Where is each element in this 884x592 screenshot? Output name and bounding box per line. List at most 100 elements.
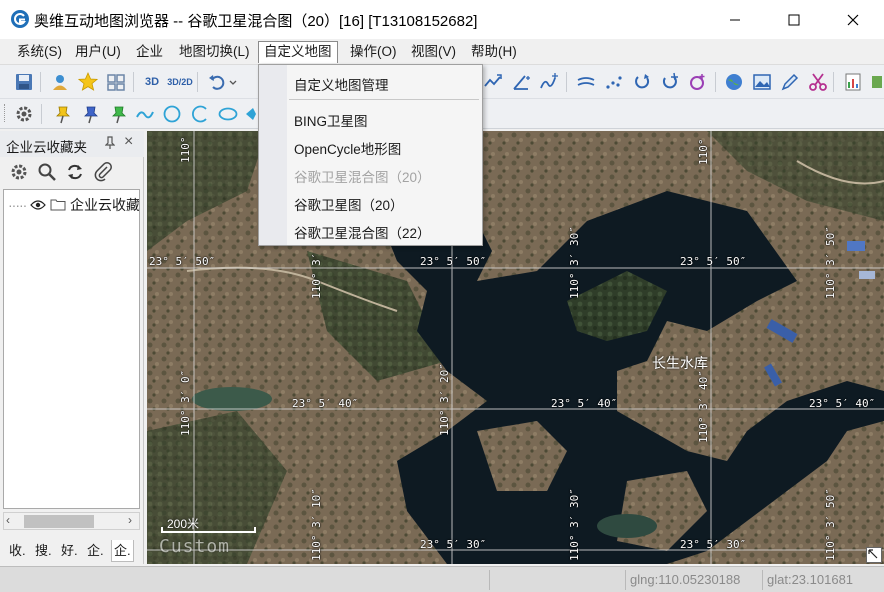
dotted-path-icon[interactable] (603, 71, 625, 93)
rotate-clockwise-icon[interactable] (631, 71, 653, 93)
visibility-eye-icon[interactable] (30, 199, 47, 211)
longitude-label: 110° 3′ 30″ (568, 488, 581, 561)
refresh-icon[interactable] (64, 161, 86, 183)
settings-gear-icon[interactable] (8, 161, 30, 183)
longitude-label: 110° (179, 136, 192, 164)
draw-shape-more-icon[interactable] (244, 103, 258, 125)
menu-operation[interactable]: 操作(O) (345, 41, 402, 63)
rotate-counterclockwise-icon[interactable] (659, 71, 681, 93)
horizontal-scrollbar[interactable]: ‹ › (3, 512, 140, 530)
3d-view-button[interactable]: 3D (141, 71, 163, 93)
map-watermark: Custom (159, 536, 231, 557)
draw-ellipse-icon[interactable] (217, 103, 239, 125)
longitude-label: 110° 3′ 50″ (824, 226, 837, 299)
toolbar-separator (833, 72, 834, 92)
reservoir-place-label[interactable]: 长生水库 (652, 353, 708, 373)
scrollbar-thumb[interactable] (24, 515, 94, 528)
menu-item-google-hybrid-22[interactable]: 谷歌卫星混合图（22） (294, 222, 431, 242)
menu-enterprise[interactable]: 企业 (131, 41, 168, 63)
export-chart-icon[interactable] (842, 71, 864, 93)
expand-corner-icon[interactable] (866, 547, 882, 563)
pin-panel-icon[interactable] (104, 136, 116, 153)
undo-dropdown-chevron-down-icon[interactable] (228, 71, 238, 93)
more-tools-icon[interactable] (870, 71, 884, 93)
draw-polyline-icon[interactable] (134, 103, 156, 125)
window-title: 奥维互动地图浏览器 -- 谷歌卫星混合图（20）[16] [T131081526… (34, 13, 478, 30)
latitude-label: 23° 5′ 30″ (420, 538, 487, 551)
title-bar: 奥维互动地图浏览器 -- 谷歌卫星混合图（20）[16] [T131081526… (0, 0, 884, 39)
edit-pencil-icon[interactable] (779, 71, 801, 93)
maximize-button[interactable] (771, 0, 817, 39)
favorites-tree[interactable]: ····· 企业云收藏夹 (3, 189, 140, 509)
circle-add-icon[interactable] (687, 71, 709, 93)
angle-measure-icon[interactable] (510, 71, 532, 93)
latitude-label: 23° 5′ 40″ (809, 397, 876, 410)
tab-enterprise-favorites[interactable]: 企. (111, 540, 134, 562)
minimize-button[interactable] (712, 0, 758, 39)
menu-item-opencycle-terrain[interactable]: OpenCycle地形图 (294, 138, 401, 158)
settings-gear-icon[interactable] (13, 103, 35, 125)
latitude-label: 23° 5′ 50″ (680, 255, 747, 268)
tree-node-enterprise-favorites[interactable]: ····· 企业云收藏夹 (8, 195, 140, 215)
draw-curve-add-icon[interactable] (538, 71, 560, 93)
tab-enterprise[interactable]: 企. (85, 540, 106, 562)
latitude-label: 23° 5′ 40″ (551, 397, 618, 410)
globe-icon[interactable] (723, 71, 745, 93)
tab-friends[interactable]: 好. (59, 540, 80, 562)
scissors-icon[interactable] (807, 71, 829, 93)
draw-circle-icon[interactable] (161, 103, 183, 125)
status-longitude: glng:110.05230188 (625, 570, 758, 590)
folder-icon (50, 199, 66, 211)
scroll-left-chevron-icon[interactable]: ‹ (6, 513, 10, 527)
longitude-label: 110° 3′ 10″ (310, 488, 323, 561)
menu-bar: 系统(S) 用户(U) 企业 地图切换(L) 自定义地图 操作(O) 视图(V)… (0, 39, 884, 65)
menu-item-google-hybrid-20: 谷歌卫星混合图（20） (294, 170, 431, 185)
favorites-panel: 企业云收藏夹 × ····· 企业云收藏 ‹ › 收. 搜. 好. 企. 企. (0, 131, 144, 564)
search-icon[interactable] (36, 161, 58, 183)
panel-tab-strip: 收. 搜. 好. 企. 企. (0, 536, 144, 564)
menu-separator (289, 99, 479, 100)
group-users-icon[interactable] (105, 71, 127, 93)
longitude-label: 110° 3′ 40″ (697, 370, 710, 443)
menu-item-custom-map-manage[interactable]: 自定义地图管理 (294, 74, 389, 94)
pin-blue-icon[interactable] (80, 103, 102, 125)
menu-system[interactable]: 系统(S) (12, 41, 67, 63)
toolbar-separator (715, 72, 716, 92)
toolbar-separator (133, 72, 134, 92)
tab-search[interactable]: 搜. (33, 540, 54, 562)
panel-header: 企业云收藏夹 × (0, 131, 144, 157)
pin-green-icon[interactable] (108, 103, 130, 125)
draw-arc-icon[interactable] (189, 103, 211, 125)
latitude-label: 23° 5′ 30″ (680, 538, 747, 551)
tree-connector: ····· (8, 197, 27, 213)
favorite-star-icon[interactable] (77, 71, 99, 93)
longitude-label: 110° 3′ 20″ (438, 363, 451, 436)
tree-node-label: 企业云收藏夹 (69, 197, 140, 213)
pin-yellow-icon[interactable] (52, 103, 74, 125)
attachment-clip-icon[interactable] (92, 161, 114, 183)
save-icon[interactable] (13, 71, 35, 93)
app-logo-icon (11, 10, 29, 28)
3d-2d-toggle-button[interactable]: 3D/2D (167, 71, 193, 93)
menu-help[interactable]: 帮助(H) (466, 41, 522, 63)
menu-icon-gutter (259, 65, 287, 245)
menu-custom-map[interactable]: 自定义地图 (258, 41, 338, 63)
user-icon[interactable] (49, 71, 71, 93)
draw-line-up-icon[interactable] (482, 71, 504, 93)
latitude-label: 23° 5′ 50″ (420, 255, 487, 268)
menu-view[interactable]: 视图(V) (406, 41, 461, 63)
undo-icon[interactable] (206, 71, 228, 93)
menu-item-google-satellite-20[interactable]: 谷歌卫星图（20） (294, 194, 404, 214)
panel-title: 企业云收藏夹 (6, 140, 87, 155)
panel-close-icon[interactable]: × (124, 133, 133, 151)
tab-favorites[interactable]: 收. (7, 540, 28, 562)
scroll-right-chevron-icon[interactable]: › (128, 513, 132, 527)
latitude-label: 23° 5′ 50″ (149, 255, 216, 268)
parallel-lines-icon[interactable] (575, 71, 597, 93)
menu-user[interactable]: 用户(U) (70, 41, 126, 63)
toolbar-separator (566, 72, 567, 92)
close-button[interactable] (830, 0, 876, 39)
menu-map-switch[interactable]: 地图切换(L) (174, 41, 255, 63)
menu-item-bing-satellite[interactable]: BING卫星图 (294, 110, 368, 130)
image-map-icon[interactable] (751, 71, 773, 93)
